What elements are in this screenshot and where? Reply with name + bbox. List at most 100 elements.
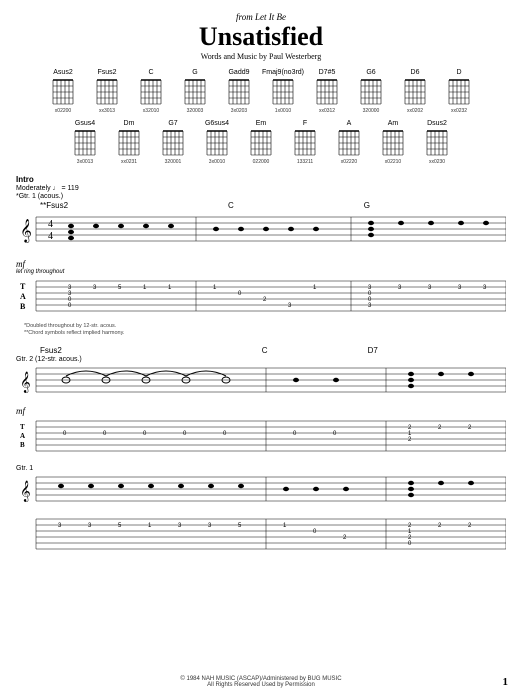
chord-fingering: x02210 xyxy=(385,159,401,165)
tab-staff-gtr2: T A B 00000 00 21222 xyxy=(16,420,506,452)
fret-diagram xyxy=(160,128,186,158)
chord-fingering: xx3013 xyxy=(99,108,115,114)
chord-symbol: **Fsus2 xyxy=(40,201,68,210)
svg-text:3: 3 xyxy=(178,523,182,529)
chord-diagram: Em 022000 xyxy=(244,120,278,165)
svg-text:3: 3 xyxy=(398,285,402,291)
svg-text:2: 2 xyxy=(468,523,472,529)
svg-text:1: 1 xyxy=(168,285,172,291)
svg-text:4: 4 xyxy=(48,231,53,242)
svg-text:3: 3 xyxy=(483,285,487,291)
footnote: **Chord symbols reflect implied harmony. xyxy=(24,330,506,336)
chord-name: G xyxy=(192,69,197,76)
fret-diagram xyxy=(138,77,164,107)
chord-diagram: Dxx0232 xyxy=(442,69,476,114)
chord-name: G6sus4 xyxy=(205,120,229,127)
dynamic-marking: mf xyxy=(16,406,506,416)
chord-fingering: 3x0203 xyxy=(231,108,247,114)
chord-fingering: xx0312 xyxy=(319,108,335,114)
svg-text:0: 0 xyxy=(103,431,107,437)
svg-text:2: 2 xyxy=(343,535,347,541)
svg-text:B: B xyxy=(20,441,25,449)
tempo-marking: Moderately ♩ = 119 xyxy=(16,185,506,192)
chord-fingering: xx0202 xyxy=(407,108,423,114)
svg-text:3: 3 xyxy=(58,523,62,529)
svg-text:0: 0 xyxy=(223,431,227,437)
fret-diagram xyxy=(446,77,472,107)
notation-staff-gtr2: 𝄞 xyxy=(16,364,506,400)
svg-text:3: 3 xyxy=(93,285,97,291)
chord-diagrams: Asus2 x02200 Fsus2 xx3013 Cx32010 G 320003 Gadd… xyxy=(46,69,476,165)
chord-diagram: Gsus43x0013 xyxy=(68,120,102,165)
chord-name: Em xyxy=(256,120,267,127)
chord-diagram: Gadd9 3x0203 xyxy=(222,69,256,114)
chord-name: D7#5 xyxy=(319,69,336,76)
fret-diagram xyxy=(424,128,450,158)
svg-text:3: 3 xyxy=(428,285,432,291)
svg-text:1: 1 xyxy=(143,285,147,291)
svg-text:2: 2 xyxy=(408,437,412,443)
chord-row: Fsus2 C D7 xyxy=(16,346,506,355)
chord-name: D6 xyxy=(411,69,420,76)
footnote: *Doubled throughout by 12-str. acous. xyxy=(24,323,506,329)
fret-diagram xyxy=(226,77,252,107)
svg-text:A: A xyxy=(20,292,26,301)
chord-name: C xyxy=(148,69,153,76)
notation-staff-gtr1: 𝄞 xyxy=(16,473,506,509)
chord-diagram: Fmaj9(no3rd)1x0010 xyxy=(266,69,300,114)
fret-diagram xyxy=(270,77,296,107)
chord-fingering: x02200 xyxy=(55,108,71,114)
dynamic-note: let ring throughout xyxy=(16,269,506,275)
chord-name: Am xyxy=(388,120,399,127)
svg-text:0: 0 xyxy=(183,431,187,437)
fret-diagram xyxy=(336,128,362,158)
chord-symbol: Fsus2 xyxy=(40,346,62,355)
chord-fingering: x02220 xyxy=(341,159,357,165)
svg-text:2: 2 xyxy=(438,425,442,431)
chord-name: F xyxy=(303,120,307,127)
page-number: 1 xyxy=(503,676,509,688)
fret-diagram xyxy=(358,77,384,107)
chord-fingering: xx0231 xyxy=(121,159,137,165)
guitar-1-label: Gtr. 1 xyxy=(16,465,506,472)
svg-text:1: 1 xyxy=(148,523,152,529)
fret-diagram xyxy=(248,128,274,158)
chord-symbol: G xyxy=(364,201,370,210)
svg-text:1: 1 xyxy=(283,523,287,529)
chord-fingering: xx0230 xyxy=(429,159,445,165)
svg-text:𝄞: 𝄞 xyxy=(20,481,31,502)
chord-fingering: 320001 xyxy=(165,159,182,165)
svg-text:0: 0 xyxy=(408,541,412,547)
chord-fingering: 320003 xyxy=(187,108,204,114)
svg-text:4: 4 xyxy=(48,219,53,230)
fret-diagram xyxy=(116,128,142,158)
chord-diagram: Am x02210 xyxy=(376,120,410,165)
chord-name: Fsus2 xyxy=(97,69,116,76)
svg-text:A: A xyxy=(20,432,25,440)
chord-diagram: Cx32010 xyxy=(134,69,168,114)
fret-diagram xyxy=(402,77,428,107)
chord-name: D xyxy=(456,69,461,76)
fret-diagram xyxy=(182,77,208,107)
chord-name: Asus2 xyxy=(53,69,72,76)
svg-text:0: 0 xyxy=(313,529,317,535)
chord-diagram: Asus2 x02200 xyxy=(46,69,80,114)
fret-diagram xyxy=(292,128,318,158)
svg-text:2: 2 xyxy=(263,297,267,303)
chord-row: **Fsus2 C G xyxy=(16,201,506,210)
chord-symbol: C xyxy=(228,201,234,210)
chord-fingering: 022000 xyxy=(253,159,270,165)
chord-fingering: 133211 xyxy=(297,159,313,165)
chord-fingering: 1x0010 xyxy=(275,108,291,114)
copyright-line2: All Rights Reserved Used by Permission xyxy=(0,682,522,688)
chord-diagram: Fsus2 xx3013 xyxy=(90,69,124,114)
song-title: Unsatisfied xyxy=(16,24,506,50)
notation-staff: 𝄞 44 xyxy=(16,211,506,253)
svg-text:3: 3 xyxy=(208,523,212,529)
header: from Let It Be Unsatisfied Words and Mus… xyxy=(16,12,506,61)
fret-diagram xyxy=(380,128,406,158)
svg-text:0: 0 xyxy=(238,291,242,297)
chord-symbol: C xyxy=(262,346,268,355)
section-marking: Intro xyxy=(16,175,506,184)
chord-name: Gadd9 xyxy=(228,69,249,76)
